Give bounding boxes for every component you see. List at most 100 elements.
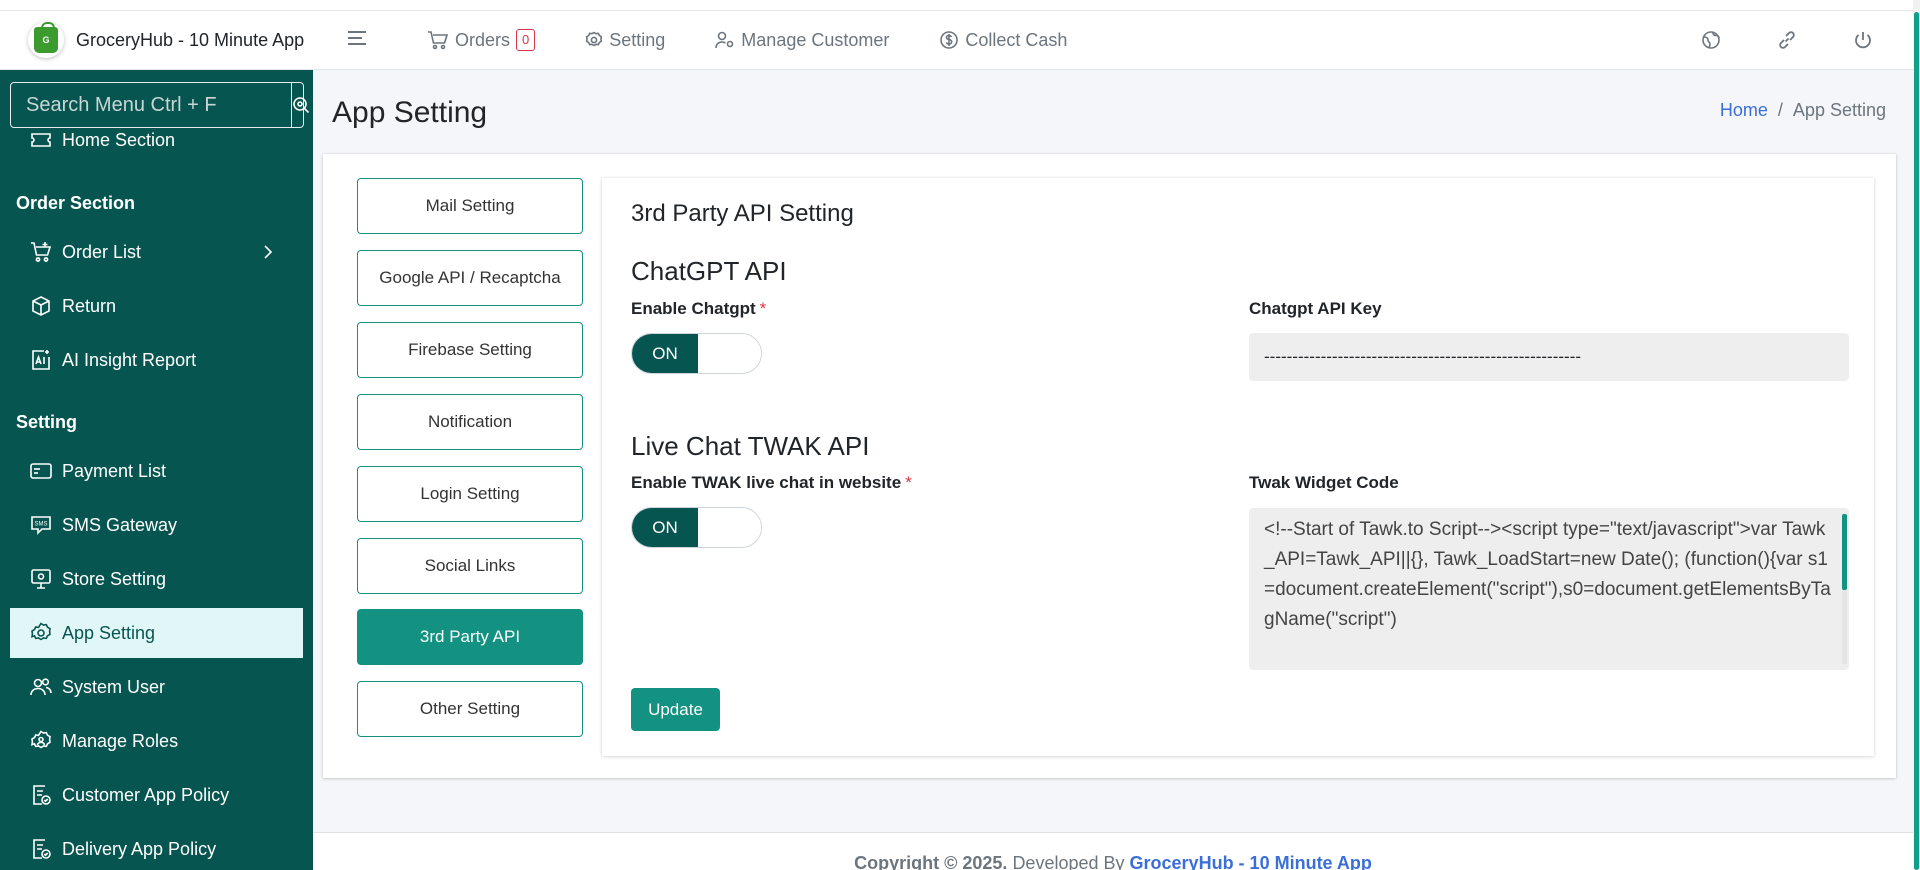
twak-toggle[interactable]: ON xyxy=(631,507,762,548)
tab-google-api-recaptcha[interactable]: Google API / Recaptcha xyxy=(357,250,583,306)
brand-name: GroceryHub - 10 Minute App xyxy=(76,29,305,50)
sidebar-item-return[interactable]: Return xyxy=(10,281,303,331)
nav-setting[interactable]: Setting xyxy=(585,30,665,51)
enable-twak-label: Enable TWAK live chat in website * xyxy=(631,473,912,493)
sidebar-item-label: Home Section xyxy=(62,129,176,150)
tab-notification[interactable]: Notification xyxy=(357,394,583,450)
page-scrollbar-thumb[interactable] xyxy=(1914,12,1919,870)
chatgpt-toggle[interactable]: ON xyxy=(631,333,762,374)
tab-3rd-party-api[interactable]: 3rd Party API xyxy=(357,609,583,665)
settings-card: Mail Setting Google API / Recaptcha Fire… xyxy=(323,154,1896,778)
breadcrumb-home-link[interactable]: Home xyxy=(1720,100,1768,120)
enable-twak-label-text: Enable TWAK live chat in website xyxy=(631,473,902,492)
sidebar-item-delivery-app-policy[interactable]: Delivery App Policy xyxy=(10,824,303,870)
top-nav: Orders 0 Setting Manage Customer Collect… xyxy=(313,11,1117,69)
user-gear-icon xyxy=(715,31,734,49)
sidebar-item-system-user[interactable]: System User xyxy=(10,662,303,712)
sidebar-heading-order-section: Order Section xyxy=(16,193,136,213)
sidebar-item-payment-list[interactable]: Payment List xyxy=(10,446,303,496)
twak-widget-textarea[interactable]: <!--Start of Tawk.to Script--><script ty… xyxy=(1249,508,1849,670)
enable-chatgpt-label-text: Enable Chatgpt xyxy=(631,299,756,318)
sms-icon: SMS xyxy=(31,516,51,535)
required-mark: * xyxy=(905,473,912,492)
document-check-icon xyxy=(33,839,51,859)
nav-orders[interactable]: Orders 0 xyxy=(427,29,536,51)
twak-section-title: Live Chat TWAK API xyxy=(631,431,870,461)
tab-mail-setting[interactable]: Mail Setting xyxy=(357,178,583,234)
footer-copyright: Copyright © 2025. xyxy=(854,853,1008,870)
chatgpt-key-input[interactable]: ----------------------------------------… xyxy=(1249,333,1849,381)
credit-card-icon xyxy=(30,463,52,479)
third-party-api-panel: 3rd Party API Setting ChatGPT API Enable… xyxy=(602,178,1874,756)
sidebar-item-label: Manage Roles xyxy=(62,730,179,751)
textarea-scrollbar[interactable] xyxy=(1842,514,1847,664)
orders-count-badge: 0 xyxy=(516,29,536,51)
users-icon xyxy=(30,678,52,696)
chatgpt-key-label: Chatgpt API Key xyxy=(1249,299,1382,318)
nav-manage-customer-label: Manage Customer xyxy=(741,29,890,50)
sidebar-item-label: AI Insight Report xyxy=(62,349,197,370)
top-navbar: G GroceryHub - 10 Minute App Orders 0 Se… xyxy=(0,10,1913,70)
box-icon xyxy=(32,296,50,316)
sidebar-item-ai-insight-report[interactable]: AI Insight Report xyxy=(10,335,303,385)
tab-other-setting[interactable]: Other Setting xyxy=(357,681,583,737)
sidebar-item-label: SMS Gateway xyxy=(62,514,178,535)
footer-developed-by: Developed By xyxy=(1012,853,1125,870)
roles-gear-icon xyxy=(31,730,51,749)
breadcrumb-separator: / xyxy=(1777,100,1783,120)
sidebar-item-label: Return xyxy=(62,295,117,316)
top-right-actions xyxy=(1645,11,1873,69)
svg-text:SMS: SMS xyxy=(34,522,47,528)
footer: Copyright © 2025. Developed By GroceryHu… xyxy=(313,832,1913,870)
menu-toggle-icon[interactable] xyxy=(347,30,367,51)
nav-collect-cash-label: Collect Cash xyxy=(965,29,1068,50)
logo-text: G xyxy=(42,35,50,45)
breadcrumb: Home / App Setting xyxy=(1720,100,1886,121)
sidebar-heading-setting: Setting xyxy=(16,412,77,432)
sidebar-item-home-section[interactable]: Home Section xyxy=(10,115,303,165)
sidebar-item-label: App Setting xyxy=(62,622,156,643)
nav-manage-customer[interactable]: Manage Customer xyxy=(715,30,889,51)
page-scrollbar[interactable] xyxy=(1913,0,1920,870)
breadcrumb-current: App Setting xyxy=(1792,100,1886,120)
nav-collect-cash[interactable]: Collect Cash xyxy=(939,30,1067,51)
toggle-off-area xyxy=(698,508,761,547)
document-check-icon xyxy=(33,785,51,805)
sidebar: Home Section Order Section Order List Re… xyxy=(0,70,313,870)
toggle-on-label: ON xyxy=(632,334,698,373)
footer-brand-link[interactable]: GroceryHub - 10 Minute App xyxy=(1130,853,1372,870)
chevron-right-icon xyxy=(264,245,273,259)
globe-icon[interactable] xyxy=(1701,30,1721,50)
sidebar-item-sms-gateway[interactable]: SMS SMS Gateway xyxy=(10,500,303,550)
brand[interactable]: G GroceryHub - 10 Minute App xyxy=(0,11,313,69)
sidebar-item-label: System User xyxy=(62,676,166,697)
update-button[interactable]: Update xyxy=(631,688,720,731)
textarea-scrollbar-thumb[interactable] xyxy=(1842,514,1847,590)
logo-bag-icon: G xyxy=(34,22,58,53)
twak-widget-label: Twak Widget Code xyxy=(1249,473,1399,492)
gear-icon xyxy=(31,622,51,641)
page-title: App Setting xyxy=(332,96,488,129)
tab-social-links[interactable]: Social Links xyxy=(357,538,583,594)
cart-icon xyxy=(31,242,52,262)
panel-title: 3rd Party API Setting xyxy=(631,200,854,227)
toggle-off-area xyxy=(698,334,761,373)
sidebar-item-store-setting[interactable]: Store Setting xyxy=(10,554,303,604)
sidebar-item-order-list[interactable]: Order List xyxy=(10,227,303,277)
sidebar-item-manage-roles[interactable]: Manage Roles xyxy=(10,716,303,766)
link-icon[interactable] xyxy=(1777,30,1797,50)
brand-logo: G xyxy=(28,22,64,58)
sidebar-item-customer-app-policy[interactable]: Customer App Policy xyxy=(10,770,303,820)
sidebar-item-label: Payment List xyxy=(62,460,167,481)
required-mark: * xyxy=(759,299,767,318)
ticket-icon xyxy=(31,133,51,147)
sidebar-item-label: Store Setting xyxy=(62,568,167,589)
gear-icon xyxy=(586,31,603,47)
sidebar-item-label: Order List xyxy=(62,241,142,262)
power-icon[interactable] xyxy=(1853,30,1873,50)
enable-chatgpt-label: Enable Chatgpt * xyxy=(631,299,766,319)
sidebar-item-label: Customer App Policy xyxy=(62,784,230,805)
tab-firebase-setting[interactable]: Firebase Setting xyxy=(357,322,583,378)
sidebar-item-app-setting[interactable]: App Setting xyxy=(10,608,303,658)
tab-login-setting[interactable]: Login Setting xyxy=(357,466,583,522)
